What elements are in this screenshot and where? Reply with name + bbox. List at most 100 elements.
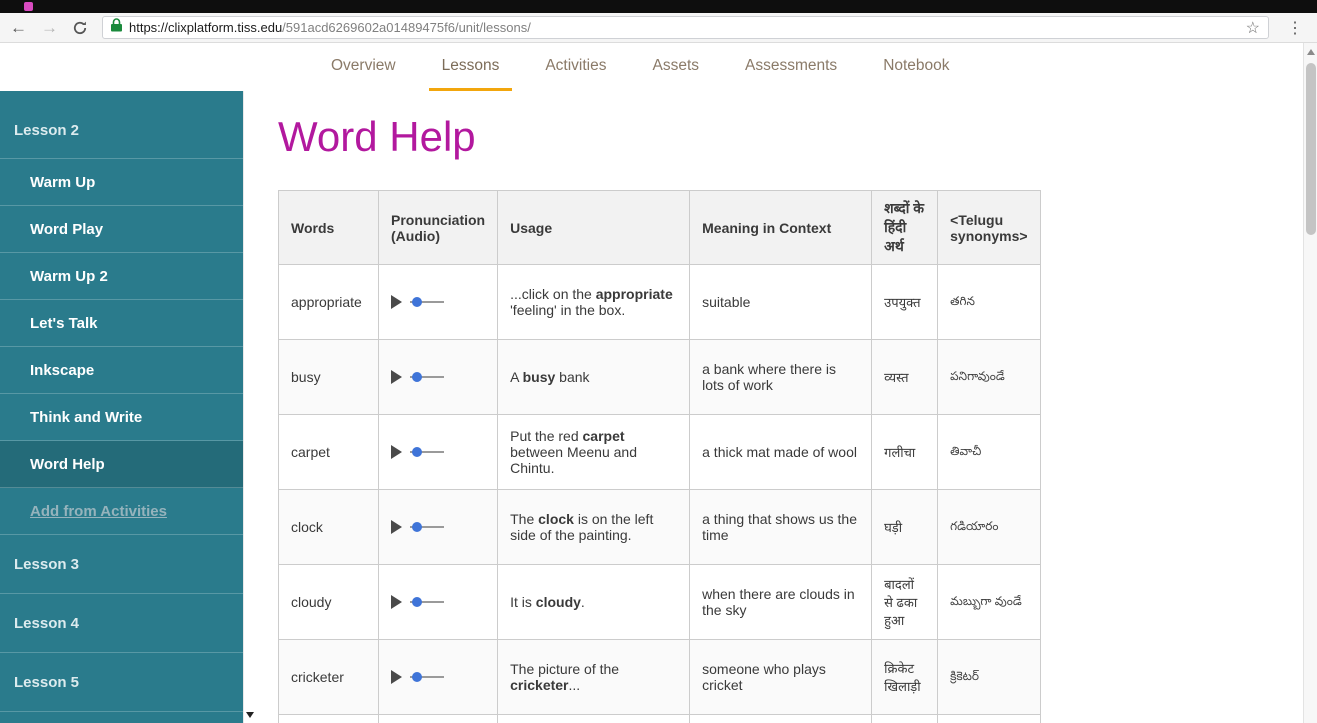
table-row: busy A busy bank a bank where there is l… bbox=[278, 339, 1041, 416]
play-icon[interactable] bbox=[391, 520, 402, 535]
table-row: carpet Put the red carpet between Meenu … bbox=[278, 414, 1041, 491]
back-button[interactable]: ← bbox=[10, 19, 27, 36]
page-scrollbar[interactable] bbox=[1303, 43, 1317, 723]
play-icon[interactable] bbox=[391, 295, 402, 310]
audio-slider[interactable] bbox=[410, 297, 444, 308]
audio-slider-knob[interactable] bbox=[412, 597, 422, 608]
browser-menu-icon[interactable]: ⋮ bbox=[1283, 18, 1307, 38]
browser-top-strip bbox=[0, 0, 1317, 13]
sidebar-item-lesson-4[interactable]: Lesson 4 bbox=[0, 594, 243, 653]
pronunciation-cell bbox=[377, 714, 499, 723]
scroll-up-icon[interactable] bbox=[1307, 49, 1315, 55]
sidebar-item-word-play[interactable]: Word Play bbox=[0, 206, 243, 253]
meaning-cell: a can for throwing bbox=[689, 714, 873, 723]
url-text: https://clixplatform.tiss.edu/591acd6269… bbox=[129, 20, 531, 35]
telugu-cell: తగిన bbox=[937, 264, 1041, 341]
usage-text: A bbox=[510, 369, 523, 386]
audio-slider-knob[interactable] bbox=[412, 447, 422, 458]
hindi-cell: क्रिकेट खिलाड़ी bbox=[871, 639, 939, 716]
audio-player[interactable] bbox=[391, 595, 485, 610]
sidebar-item-inkscape[interactable]: Inkscape bbox=[0, 347, 243, 394]
play-icon[interactable] bbox=[391, 445, 402, 460]
sidebar-item-lets-talk[interactable]: Let's Talk bbox=[0, 300, 243, 347]
table-header-row: Words Pronunciation (Audio) Usage Meanin… bbox=[278, 190, 1041, 266]
telugu-cell: తివాచీ bbox=[937, 414, 1041, 491]
word-cell: busy bbox=[278, 339, 379, 416]
sidebar-item-think-and-write[interactable]: Think and Write bbox=[0, 394, 243, 441]
lock-icon bbox=[111, 18, 122, 37]
word-cell: cloudy bbox=[278, 564, 379, 641]
tab-assessments[interactable]: Assessments bbox=[732, 43, 850, 91]
pronunciation-cell bbox=[377, 639, 499, 716]
sidebar-item-lesson-2[interactable]: Lesson 2 bbox=[0, 103, 243, 159]
telugu-cell: మబ్బుగా వుండే bbox=[937, 564, 1041, 641]
word-cell: cricketer bbox=[278, 639, 379, 716]
meaning-cell: a thick mat made of wool bbox=[689, 414, 873, 491]
hindi-cell: बादलों से ढका हुआ bbox=[871, 564, 939, 641]
usage-text: The bbox=[510, 511, 539, 528]
col-header-pronunciation: Pronunciation (Audio) bbox=[377, 190, 499, 266]
meaning-cell: a bank where there is lots of work bbox=[689, 339, 873, 416]
hindi-cell: घड़ी bbox=[871, 489, 939, 566]
forward-button[interactable]: → bbox=[41, 19, 58, 36]
telugu-cell: క్రికెటర్ bbox=[937, 639, 1041, 716]
audio-slider-knob[interactable] bbox=[412, 522, 422, 533]
table-row: clock The clock is on the left side of t… bbox=[278, 489, 1041, 566]
audio-player[interactable] bbox=[391, 670, 485, 685]
page-title: Word Help bbox=[278, 113, 476, 160]
sidebar-item-add-from-activities[interactable]: Add from Activities bbox=[0, 488, 243, 535]
bookmark-star-icon[interactable]: ☆ bbox=[1246, 18, 1260, 38]
tab-activities[interactable]: Activities bbox=[532, 43, 619, 91]
col-header-hindi: शब्दों के हिंदी अर्थ bbox=[871, 190, 939, 266]
usage-bold-word: cloudy bbox=[535, 594, 581, 611]
audio-player[interactable] bbox=[391, 370, 485, 385]
hindi-cell bbox=[871, 714, 939, 723]
audio-slider[interactable] bbox=[410, 372, 444, 383]
meaning-cell: when there are clouds in the sky bbox=[689, 564, 873, 641]
sidebar-item-word-help[interactable]: Word Help bbox=[0, 441, 243, 488]
sidebar-item-lesson-3[interactable]: Lesson 3 bbox=[0, 535, 243, 594]
sidebar-item-warm-up-2[interactable]: Warm Up 2 bbox=[0, 253, 243, 300]
tab-lessons[interactable]: Lessons bbox=[428, 43, 513, 91]
audio-slider[interactable] bbox=[410, 447, 444, 458]
play-icon[interactable] bbox=[391, 595, 402, 610]
meaning-cell: a thing that shows us the time bbox=[689, 489, 873, 566]
audio-slider[interactable] bbox=[410, 672, 444, 683]
audio-slider[interactable] bbox=[410, 522, 444, 533]
usage-text: 'feeling' in the box. bbox=[510, 302, 626, 319]
tab-overview[interactable]: Overview bbox=[318, 43, 409, 91]
table-row: appropriate ...click on the appropriate … bbox=[278, 264, 1041, 341]
audio-slider[interactable] bbox=[410, 597, 444, 608]
play-icon[interactable] bbox=[391, 370, 402, 385]
audio-slider-knob[interactable] bbox=[412, 372, 422, 383]
play-icon[interactable] bbox=[391, 670, 402, 685]
telugu-cell bbox=[937, 714, 1041, 723]
pronunciation-cell bbox=[377, 489, 499, 566]
scrollbar-thumb[interactable] bbox=[1306, 63, 1316, 235]
url-path: /591acd6269602a01489475f6/unit/lessons/ bbox=[282, 20, 531, 35]
usage-cell: ...click on the appropriate 'feeling' in… bbox=[497, 264, 691, 341]
usage-bold-word: busy bbox=[522, 369, 556, 386]
reload-button[interactable] bbox=[72, 20, 88, 36]
pronunciation-cell bbox=[377, 264, 499, 341]
word-cell bbox=[278, 714, 379, 723]
usage-text: It is bbox=[510, 594, 536, 611]
sidebar-scroll-down-icon[interactable] bbox=[246, 712, 254, 718]
address-bar[interactable]: https://clixplatform.tiss.edu/591acd6269… bbox=[102, 16, 1269, 39]
tab-notebook[interactable]: Notebook bbox=[870, 43, 962, 91]
usage-text: . bbox=[580, 594, 585, 611]
audio-player[interactable] bbox=[391, 520, 485, 535]
sidebar-item-warm-up[interactable]: Warm Up bbox=[0, 159, 243, 206]
unit-tabbar: Overview Lessons Activities Assets Asses… bbox=[0, 43, 1317, 91]
sidebar-scrollbar[interactable] bbox=[243, 91, 256, 723]
audio-player[interactable] bbox=[391, 445, 485, 460]
audio-slider-knob[interactable] bbox=[412, 672, 422, 683]
audio-slider-knob[interactable] bbox=[412, 297, 422, 308]
pronunciation-cell bbox=[377, 339, 499, 416]
word-cell: carpet bbox=[278, 414, 379, 491]
audio-player[interactable] bbox=[391, 295, 485, 310]
tab-assets[interactable]: Assets bbox=[640, 43, 713, 91]
usage-bold-word: clock bbox=[538, 511, 574, 528]
usage-bold-word: appropriate bbox=[595, 286, 673, 303]
sidebar-item-lesson-5[interactable]: Lesson 5 bbox=[0, 653, 243, 712]
